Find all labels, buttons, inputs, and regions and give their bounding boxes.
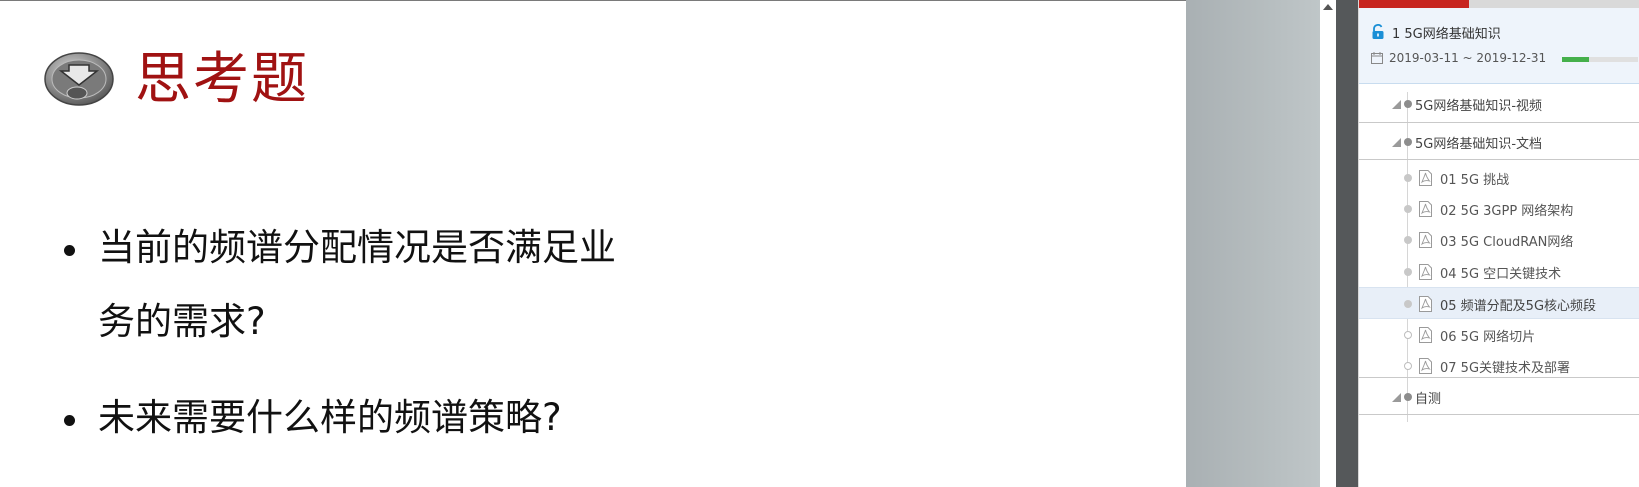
active-tab-indicator — [1359, 0, 1469, 8]
slide-title: 思考题 — [135, 47, 309, 112]
pdf-icon — [1419, 358, 1432, 374]
doc-item-label: 03 5G CloudRAN网络 — [1440, 235, 1574, 250]
tree-node-circle-icon — [1404, 331, 1412, 339]
expand-triangle-icon[interactable] — [1392, 138, 1401, 147]
tree-node-dot-icon — [1404, 138, 1412, 146]
doc-item-label: 01 5G 挑战 — [1440, 173, 1510, 188]
course-progress-fill — [1562, 57, 1589, 62]
tree-node-dot-icon — [1404, 236, 1412, 244]
tree-node-dot-icon — [1404, 300, 1412, 308]
bullet-item: 未来需要什么样的频谱策略? — [60, 381, 616, 455]
doc-item-label: 04 5G 空口关键技术 — [1440, 267, 1562, 282]
bullet-text-line-1: 当前的频谱分配情况是否满足业 — [98, 226, 616, 269]
section-self-test[interactable]: 自测 — [1359, 377, 1639, 415]
calendar-icon — [1371, 52, 1383, 64]
doc-item-label: 06 5G 网络切片 — [1440, 330, 1536, 345]
doc-item-01[interactable]: 01 5G 挑战 — [1359, 162, 1639, 194]
doc-item-02[interactable]: 02 5G 3GPP 网络架构 — [1359, 193, 1639, 225]
course-title: 1 5G网络基础知识 — [1392, 27, 1501, 42]
tree-node-dot-icon — [1404, 268, 1412, 276]
doc-item-06[interactable]: 06 5G 网络切片 — [1359, 319, 1639, 351]
doc-item-04[interactable]: 04 5G 空口关键技术 — [1359, 256, 1639, 288]
tree-node-dot-icon — [1404, 174, 1412, 182]
pdf-icon — [1419, 201, 1432, 217]
expand-triangle-icon[interactable] — [1392, 393, 1401, 402]
pdf-icon — [1419, 264, 1432, 280]
unlock-icon — [1372, 24, 1384, 39]
bullet-list: 当前的频谱分配情况是否满足业 务的需求? 未来需要什么样的频谱策略? — [60, 211, 616, 455]
doc-item-05-active[interactable]: 05 频谱分配及5G核心频段 — [1359, 287, 1639, 319]
scroll-up-icon[interactable] — [1323, 4, 1333, 10]
panel-divider — [1336, 0, 1358, 487]
pdf-icon — [1419, 327, 1432, 343]
pdf-icon — [1419, 170, 1432, 186]
doc-item-label: 05 频谱分配及5G核心频段 — [1440, 299, 1597, 314]
vertical-scrollbar[interactable] — [1320, 0, 1336, 487]
bullet-text-line-2: 务的需求? — [98, 300, 266, 343]
section-documents[interactable]: 5G网络基础知识-文档 — [1359, 122, 1639, 160]
doc-item-03[interactable]: 03 5G CloudRAN网络 — [1359, 224, 1639, 256]
pdf-icon — [1419, 296, 1432, 312]
slide-view: 思考题 当前的频谱分配情况是否满足业 务的需求? 未来需要什么样的频谱策略? — [0, 0, 1186, 487]
course-outline-sidebar: 1 5G网络基础知识 2019-03-11 ~ 2019-12-31 5G网络基… — [1358, 0, 1639, 487]
course-dates: 2019-03-11 ~ 2019-12-31 — [1389, 51, 1547, 65]
section-label: 5G网络基础知识-文档 — [1415, 137, 1543, 152]
tree-node-dot-icon — [1404, 100, 1412, 108]
section-label: 5G网络基础知识-视频 — [1415, 99, 1543, 114]
course-header[interactable]: 1 5G网络基础知识 2019-03-11 ~ 2019-12-31 — [1359, 8, 1639, 84]
course-progress-bar — [1562, 57, 1638, 62]
bullet-text: 未来需要什么样的频谱策略? — [98, 396, 562, 439]
download-disc-icon — [44, 52, 114, 106]
viewer-background — [1186, 0, 1320, 487]
tree-node-dot-icon — [1404, 393, 1412, 401]
sidebar-tab-bar — [1359, 0, 1639, 8]
doc-item-label: 07 5G关键技术及部署 — [1440, 361, 1571, 376]
doc-item-label: 02 5G 3GPP 网络架构 — [1440, 204, 1574, 219]
section-label: 自测 — [1415, 392, 1442, 407]
tree-node-dot-icon — [1404, 205, 1412, 213]
expand-triangle-icon[interactable] — [1392, 100, 1401, 109]
pdf-icon — [1419, 232, 1432, 248]
section-video[interactable]: 5G网络基础知识-视频 — [1359, 85, 1639, 123]
bullet-item: 当前的频谱分配情况是否满足业 务的需求? — [60, 211, 616, 359]
tree-node-circle-icon — [1404, 362, 1412, 370]
